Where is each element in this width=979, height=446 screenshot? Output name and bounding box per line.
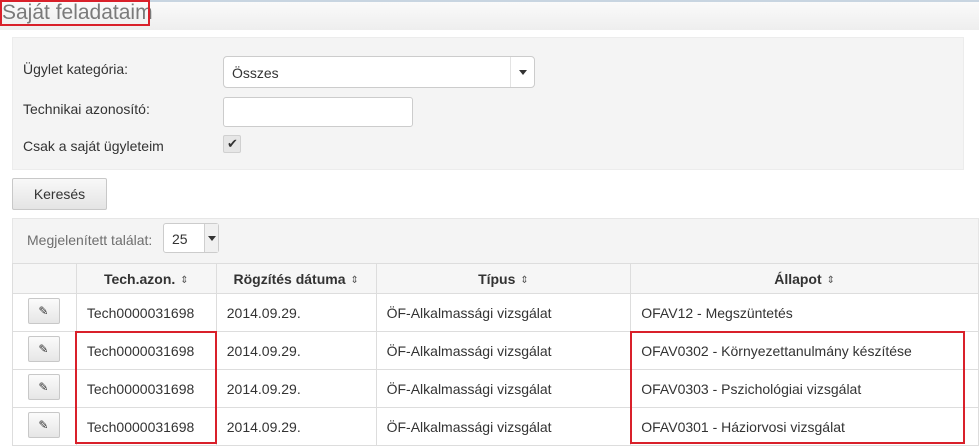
column-header-label: Típus — [478, 270, 516, 287]
pencil-icon: ✎ — [38, 418, 49, 432]
result-count-value: 25 — [172, 231, 188, 247]
tech-id-cell: Tech0000031698 — [75, 369, 217, 408]
status-cell: OFAV12 - Megszüntetés — [630, 293, 979, 332]
sort-icon[interactable]: ⇕ — [520, 275, 528, 286]
status-cell: OFAV0301 - Háziorvosi vizsgálat — [630, 407, 979, 446]
title-highlight-box — [0, 0, 150, 26]
page: Saját feladataim Ügylet kategória: Össze… — [0, 0, 979, 446]
status-cell: OFAV0303 - Pszichológiai vizsgálat — [630, 369, 979, 408]
sort-icon[interactable]: ⇕ — [827, 275, 835, 286]
column-header-tech-id[interactable]: Tech.azon. ⇕ — [75, 263, 217, 294]
sort-icon[interactable]: ⇕ — [180, 275, 188, 286]
table-row: ✎ Tech0000031698 2014.09.29. ÖF-Alkalmas… — [12, 331, 979, 370]
edit-button[interactable]: ✎ — [28, 298, 61, 324]
edit-button[interactable]: ✎ — [28, 412, 61, 438]
caret-down-icon — [208, 236, 216, 241]
tech-id-input[interactable] — [223, 97, 413, 127]
table-row: ✎ Tech0000031698 2014.09.29. ÖF-Alkalmas… — [12, 293, 979, 332]
checkmark-icon: ✔ — [227, 136, 238, 151]
date-cell: 2014.09.29. — [215, 293, 377, 332]
tech-id-cell: Tech0000031698 — [75, 331, 217, 370]
row-actions-cell: ✎ — [12, 369, 77, 408]
category-dropdown-toggle[interactable] — [510, 57, 534, 87]
caret-down-icon — [519, 70, 527, 75]
result-count-select[interactable]: 25 — [163, 223, 219, 253]
category-select[interactable]: Összes — [223, 56, 535, 88]
result-count-dropdown-toggle[interactable] — [204, 224, 218, 252]
own-only-checkbox[interactable]: ✔ — [223, 135, 241, 153]
tech-id-label: Technikai azonosító: — [23, 101, 150, 117]
row-actions-cell: ✎ — [12, 293, 77, 332]
tech-id-cell: Tech0000031698 — [75, 293, 217, 332]
column-header-actions — [12, 263, 77, 294]
pencil-icon: ✎ — [38, 304, 49, 318]
search-button[interactable]: Keresés — [12, 178, 107, 210]
tech-id-cell: Tech0000031698 — [75, 407, 217, 446]
date-cell: 2014.09.29. — [215, 407, 377, 446]
type-cell: ÖF-Alkalmassági vizsgálat — [375, 293, 632, 332]
status-cell: OFAV0302 - Környezettanulmány készítése — [630, 331, 979, 370]
table-row: ✎ Tech0000031698 2014.09.29. ÖF-Alkalmas… — [12, 407, 979, 446]
table-header-row: Tech.azon. ⇕ Rögzítés dátuma ⇕ Típus ⇕ Álla… — [12, 263, 979, 294]
column-header-label: Rögzítés dátuma — [233, 270, 346, 287]
column-header-type[interactable]: Típus ⇕ — [375, 263, 632, 294]
date-cell: 2014.09.29. — [215, 331, 377, 370]
category-label: Ügylet kategória: — [23, 61, 129, 77]
date-cell: 2014.09.29. — [215, 369, 377, 408]
column-header-date[interactable]: Rögzítés dátuma ⇕ — [215, 263, 377, 294]
type-cell: ÖF-Alkalmassági vizsgálat — [375, 331, 632, 370]
category-select-value: Összes — [232, 65, 279, 81]
column-header-status[interactable]: Állapot ⇕ — [630, 263, 979, 294]
table-row: ✎ Tech0000031698 2014.09.29. ÖF-Alkalmas… — [12, 369, 979, 408]
pencil-icon: ✎ — [38, 380, 49, 394]
own-only-label: Csak a saját ügyleteim — [23, 138, 164, 154]
column-header-label: Tech.azon. — [103, 270, 176, 287]
results-table: Tech.azon. ⇕ Rögzítés dátuma ⇕ Típus ⇕ Álla… — [12, 263, 979, 446]
type-cell: ÖF-Alkalmassági vizsgálat — [375, 407, 632, 446]
column-header-label: Állapot — [774, 270, 822, 287]
edit-button[interactable]: ✎ — [28, 336, 61, 362]
filter-panel: Ügylet kategória: Összes Technikai azono… — [12, 37, 964, 170]
type-cell: ÖF-Alkalmassági vizsgálat — [375, 369, 632, 408]
result-count-label: Megjelenített találat: — [27, 232, 153, 248]
sort-icon[interactable]: ⇕ — [351, 275, 359, 286]
page-header: Saját feladataim — [0, 0, 979, 30]
row-actions-cell: ✎ — [12, 407, 77, 446]
pencil-icon: ✎ — [38, 342, 49, 356]
row-actions-cell: ✎ — [12, 331, 77, 370]
edit-button[interactable]: ✎ — [28, 374, 61, 400]
